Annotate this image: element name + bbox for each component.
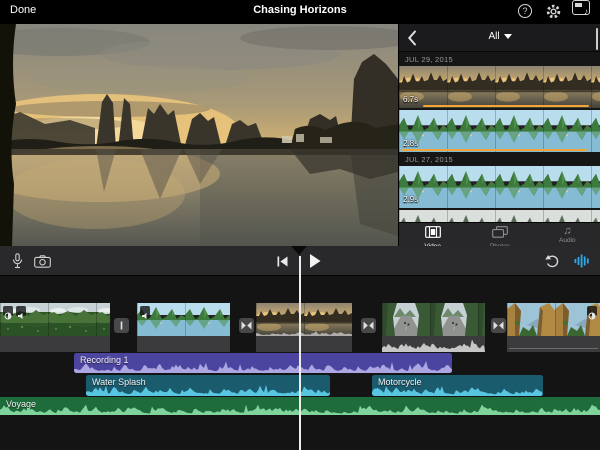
timeline-clip-cliffs[interactable] bbox=[507, 303, 600, 336]
mountain-thumbnails bbox=[399, 110, 600, 152]
media-browser-panel[interactable]: All JUL 29, 2015 6.7s 2.8s JUL 27, 2015 … bbox=[398, 24, 600, 246]
mountain-thumbnails bbox=[399, 166, 600, 208]
timeline-clip-sunset[interactable] bbox=[256, 303, 352, 336]
media-filter-dropdown[interactable]: All bbox=[399, 31, 600, 42]
silent-audio-line bbox=[509, 348, 598, 349]
clip-audio-strip bbox=[137, 336, 230, 352]
clip-audio-strip bbox=[382, 336, 485, 352]
media-type-tabbar: Video Photos ♫ Audio bbox=[399, 222, 600, 246]
tab-audio[interactable]: ♫ Audio bbox=[534, 223, 600, 246]
help-icon[interactable]: ? bbox=[518, 4, 532, 18]
used-in-project-indicator bbox=[423, 105, 589, 107]
audio-track-recording[interactable]: Recording 1 bbox=[74, 353, 452, 373]
clip-audio-strip bbox=[256, 336, 352, 352]
cross-dissolve-icon bbox=[491, 318, 506, 333]
filter-applied-icon bbox=[587, 306, 597, 316]
cross-dissolve-icon bbox=[361, 318, 376, 333]
playhead-line bbox=[299, 256, 301, 450]
no-transition-icon bbox=[114, 318, 129, 333]
clip-audio-strip bbox=[507, 336, 600, 352]
tab-audio-label: Audio bbox=[534, 237, 600, 244]
tab-video[interactable]: Video bbox=[399, 223, 466, 246]
clip-duration-label: 2.8s bbox=[403, 139, 418, 148]
chevron-down-icon bbox=[504, 34, 512, 39]
video-thumbnail-strip-mountains[interactable]: 2.8s bbox=[399, 110, 600, 152]
camera-icon[interactable] bbox=[34, 255, 51, 268]
sunset-lake-preview-image bbox=[0, 24, 398, 246]
skip-to-start-icon[interactable] bbox=[276, 255, 289, 268]
playhead-notch bbox=[291, 246, 307, 255]
muted-speaker-icon bbox=[140, 306, 150, 316]
filter-applied-icon bbox=[3, 306, 13, 316]
video-preview-viewer[interactable] bbox=[0, 24, 398, 246]
audio-waveform bbox=[74, 360, 452, 373]
timeline-clip-road[interactable] bbox=[382, 303, 485, 336]
media-panel-header: All bbox=[399, 24, 600, 52]
microphone-icon[interactable] bbox=[12, 253, 23, 269]
clip-duration-label: 6.7s bbox=[403, 95, 418, 104]
settings-gear-icon[interactable] bbox=[546, 4, 561, 19]
media-library-icon-frame bbox=[575, 3, 582, 7]
video-thumbnail-strip-sunset[interactable]: 6.7s bbox=[399, 66, 600, 108]
media-date-header: JUL 29, 2015 bbox=[399, 52, 600, 66]
audio-waveform bbox=[86, 383, 330, 396]
audio-waveform-icon[interactable] bbox=[574, 254, 590, 268]
gray-mountain-thumbnails bbox=[399, 210, 600, 222]
transition-none-button[interactable] bbox=[114, 318, 129, 333]
used-in-project-indicator bbox=[401, 149, 587, 151]
clip-audio-strip bbox=[0, 336, 110, 352]
clip-waveform bbox=[382, 338, 485, 352]
panel-scrollbar[interactable] bbox=[596, 28, 598, 50]
transition-dissolve-button[interactable] bbox=[239, 318, 254, 333]
media-date-header: JUL 27, 2015 bbox=[399, 152, 600, 166]
photos-icon bbox=[492, 226, 508, 238]
music-note-icon: ♫ bbox=[534, 225, 600, 237]
tab-photos[interactable]: Photos bbox=[466, 223, 533, 246]
cross-dissolve-icon bbox=[239, 318, 254, 333]
transition-dissolve-button[interactable] bbox=[361, 318, 376, 333]
audio-track-water-splash[interactable]: Water Splash bbox=[86, 375, 330, 396]
audio-track-motorcycle[interactable]: Motorcycle bbox=[372, 375, 543, 396]
video-thumbnail-strip-gray[interactable] bbox=[399, 210, 600, 222]
clip-duration-label: 2.9s bbox=[403, 195, 418, 204]
timeline-clip-valley[interactable] bbox=[0, 303, 110, 336]
muted-speaker-icon bbox=[16, 306, 26, 316]
project-title: Chasing Horizons bbox=[0, 4, 600, 16]
media-library-icon[interactable]: ♪ bbox=[572, 0, 590, 15]
music-note-icon: ♪ bbox=[584, 7, 588, 16]
imovie-app-window: Done Chasing Horizons ? ♪ bbox=[0, 0, 600, 450]
sunset-thumbnails bbox=[399, 66, 600, 108]
top-navigation-bar: Done Chasing Horizons ? ♪ bbox=[0, 0, 600, 24]
transition-dissolve-button[interactable] bbox=[491, 318, 506, 333]
play-button-icon[interactable] bbox=[310, 254, 321, 268]
video-thumbnail-strip-mountains-2[interactable]: 2.9s bbox=[399, 166, 600, 208]
timeline-clip-mountains[interactable] bbox=[137, 303, 230, 336]
undo-icon[interactable] bbox=[545, 254, 561, 268]
film-icon bbox=[425, 226, 441, 238]
audio-waveform bbox=[372, 384, 543, 396]
